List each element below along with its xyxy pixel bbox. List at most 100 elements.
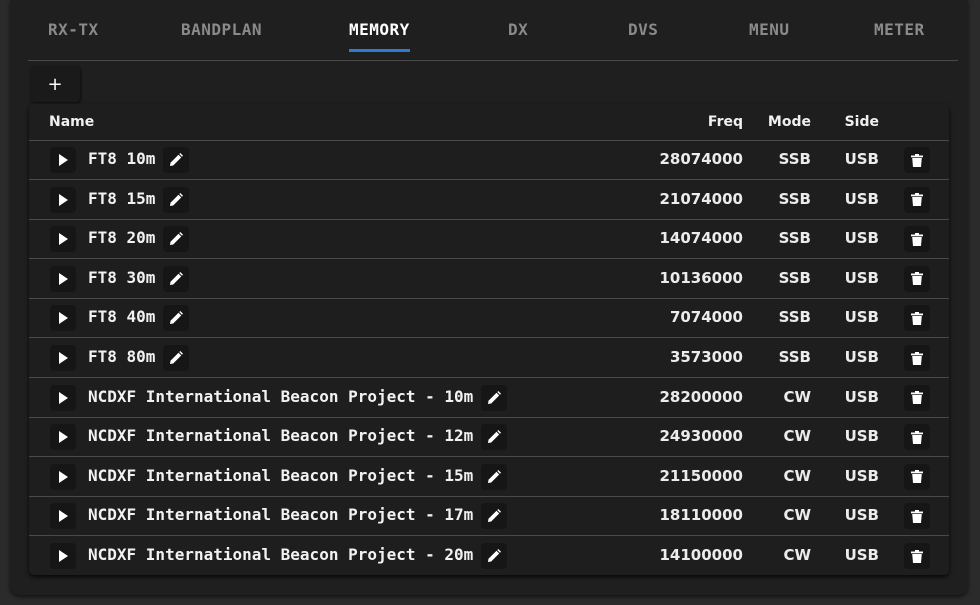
play-button[interactable] [50,503,76,530]
tab-menu[interactable]: MENU [749,20,790,39]
tab-bandplan[interactable]: BANDPLAN [181,20,262,39]
edit-button[interactable] [481,384,508,411]
delete-button[interactable] [904,186,930,213]
memory-name: FT8 80m [88,347,156,366]
table-row[interactable]: FT8 80m 3573000 SSB USB [29,338,949,378]
memory-side: USB [844,308,879,327]
memory-name: NCDXF International Beacon Project - 15m [88,465,474,485]
play-button[interactable] [50,147,76,173]
tab-dx[interactable]: DX [508,20,528,39]
edit-button[interactable] [481,503,508,530]
memory-mode: CW [783,546,811,564]
play-button[interactable] [50,424,76,451]
play-icon [59,233,68,246]
delete-button[interactable] [904,384,930,411]
memory-mode: SSB [778,268,811,287]
delete-button[interactable] [904,543,930,569]
edit-button[interactable] [481,463,508,490]
tab-memory[interactable]: MEMORY [349,20,410,52]
memory-mode: CW [783,387,811,406]
edit-button[interactable] [481,543,508,569]
memory-name: NCDXF International Beacon Project - 12m [88,426,474,446]
memory-name: NCDXF International Beacon Project - 10m [88,386,474,406]
pencil-icon [488,469,502,483]
pencil-icon [488,430,502,444]
edit-button[interactable] [481,424,508,451]
edit-button[interactable] [163,265,190,292]
table-row[interactable]: FT8 20m 14074000 SSB USB [29,219,949,260]
play-icon [59,272,68,285]
play-button[interactable] [50,305,76,332]
tab-dvs[interactable]: DVS [628,20,658,39]
pencil-icon [488,509,502,523]
table-row[interactable]: FT8 15m 21074000 SSB USB [29,180,949,220]
edit-button[interactable] [163,345,190,371]
memory-mode: SSB [778,348,811,366]
memory-side: USB [844,387,879,406]
edit-button[interactable] [163,305,190,332]
play-icon [59,193,68,206]
delete-button[interactable] [904,265,930,292]
pencil-icon [170,351,184,364]
edit-button[interactable] [163,186,190,213]
delete-button[interactable] [904,503,930,530]
add-memory-button[interactable]: + [30,66,80,102]
memory-side: USB [844,229,879,248]
table-row[interactable]: NCDXF International Beacon Project - 20m… [29,536,949,575]
trash-icon [911,391,923,405]
memory-side: USB [844,348,879,366]
plus-icon: + [47,73,63,95]
column-mode-header[interactable]: Mode [768,114,811,130]
column-freq-header[interactable]: Freq [708,114,743,130]
column-side-header[interactable]: Side [845,114,879,130]
tab-meter[interactable]: METER [874,20,925,39]
memory-side: USB [844,427,879,446]
memory-name: FT8 10m [88,149,156,168]
play-button[interactable] [50,226,76,253]
play-button[interactable] [50,186,76,213]
play-button[interactable] [50,384,76,411]
memory-mode: CW [783,427,811,446]
memory-freq: 14074000 [659,229,744,248]
delete-button[interactable] [904,226,930,253]
play-button[interactable] [50,543,76,569]
trash-icon [911,430,923,444]
table-row[interactable]: FT8 10m 28074000 SSB USB [29,140,949,180]
memory-side: USB [844,506,879,525]
memory-side: USB [844,150,879,168]
trash-icon [911,272,923,286]
edit-button[interactable] [163,226,190,253]
memory-name: FT8 15m [88,188,156,208]
memory-name: NCDXF International Beacon Project - 17m [88,505,474,525]
pencil-icon [170,192,184,206]
memory-freq: 24930000 [659,427,744,446]
play-icon [59,312,68,325]
play-button[interactable] [50,345,76,371]
memory-freq: 21074000 [659,189,744,208]
table-row[interactable]: FT8 40m 7074000 SSB USB [29,298,949,339]
memory-freq: 28074000 [659,150,744,168]
table-row[interactable]: NCDXF International Beacon Project - 15m… [29,457,949,497]
column-name-header[interactable]: Name [49,114,94,130]
tab-rx-tx[interactable]: RX-TX [48,20,99,39]
play-button[interactable] [50,265,76,292]
memory-mode: SSB [778,229,811,248]
play-button[interactable] [50,463,76,490]
memory-side: USB [844,268,879,287]
table-row[interactable]: NCDXF International Beacon Project - 17m… [29,496,949,537]
edit-button[interactable] [163,147,190,173]
delete-button[interactable] [904,424,930,451]
trash-icon [911,549,923,563]
delete-button[interactable] [904,147,930,173]
delete-button[interactable] [904,345,930,371]
delete-button[interactable] [904,463,930,490]
play-icon [59,352,68,364]
memory-table: Name Freq Mode Side FT8 10m 28074000 SSB… [29,104,949,575]
table-row[interactable]: NCDXF International Beacon Project - 12m… [29,417,949,458]
play-icon [59,154,68,166]
table-row[interactable]: FT8 30m 10136000 SSB USB [29,259,949,299]
memory-freq: 18110000 [659,506,744,525]
table-row[interactable]: NCDXF International Beacon Project - 10m… [29,378,949,418]
delete-button[interactable] [904,305,930,332]
memory-mode: CW [783,466,811,485]
